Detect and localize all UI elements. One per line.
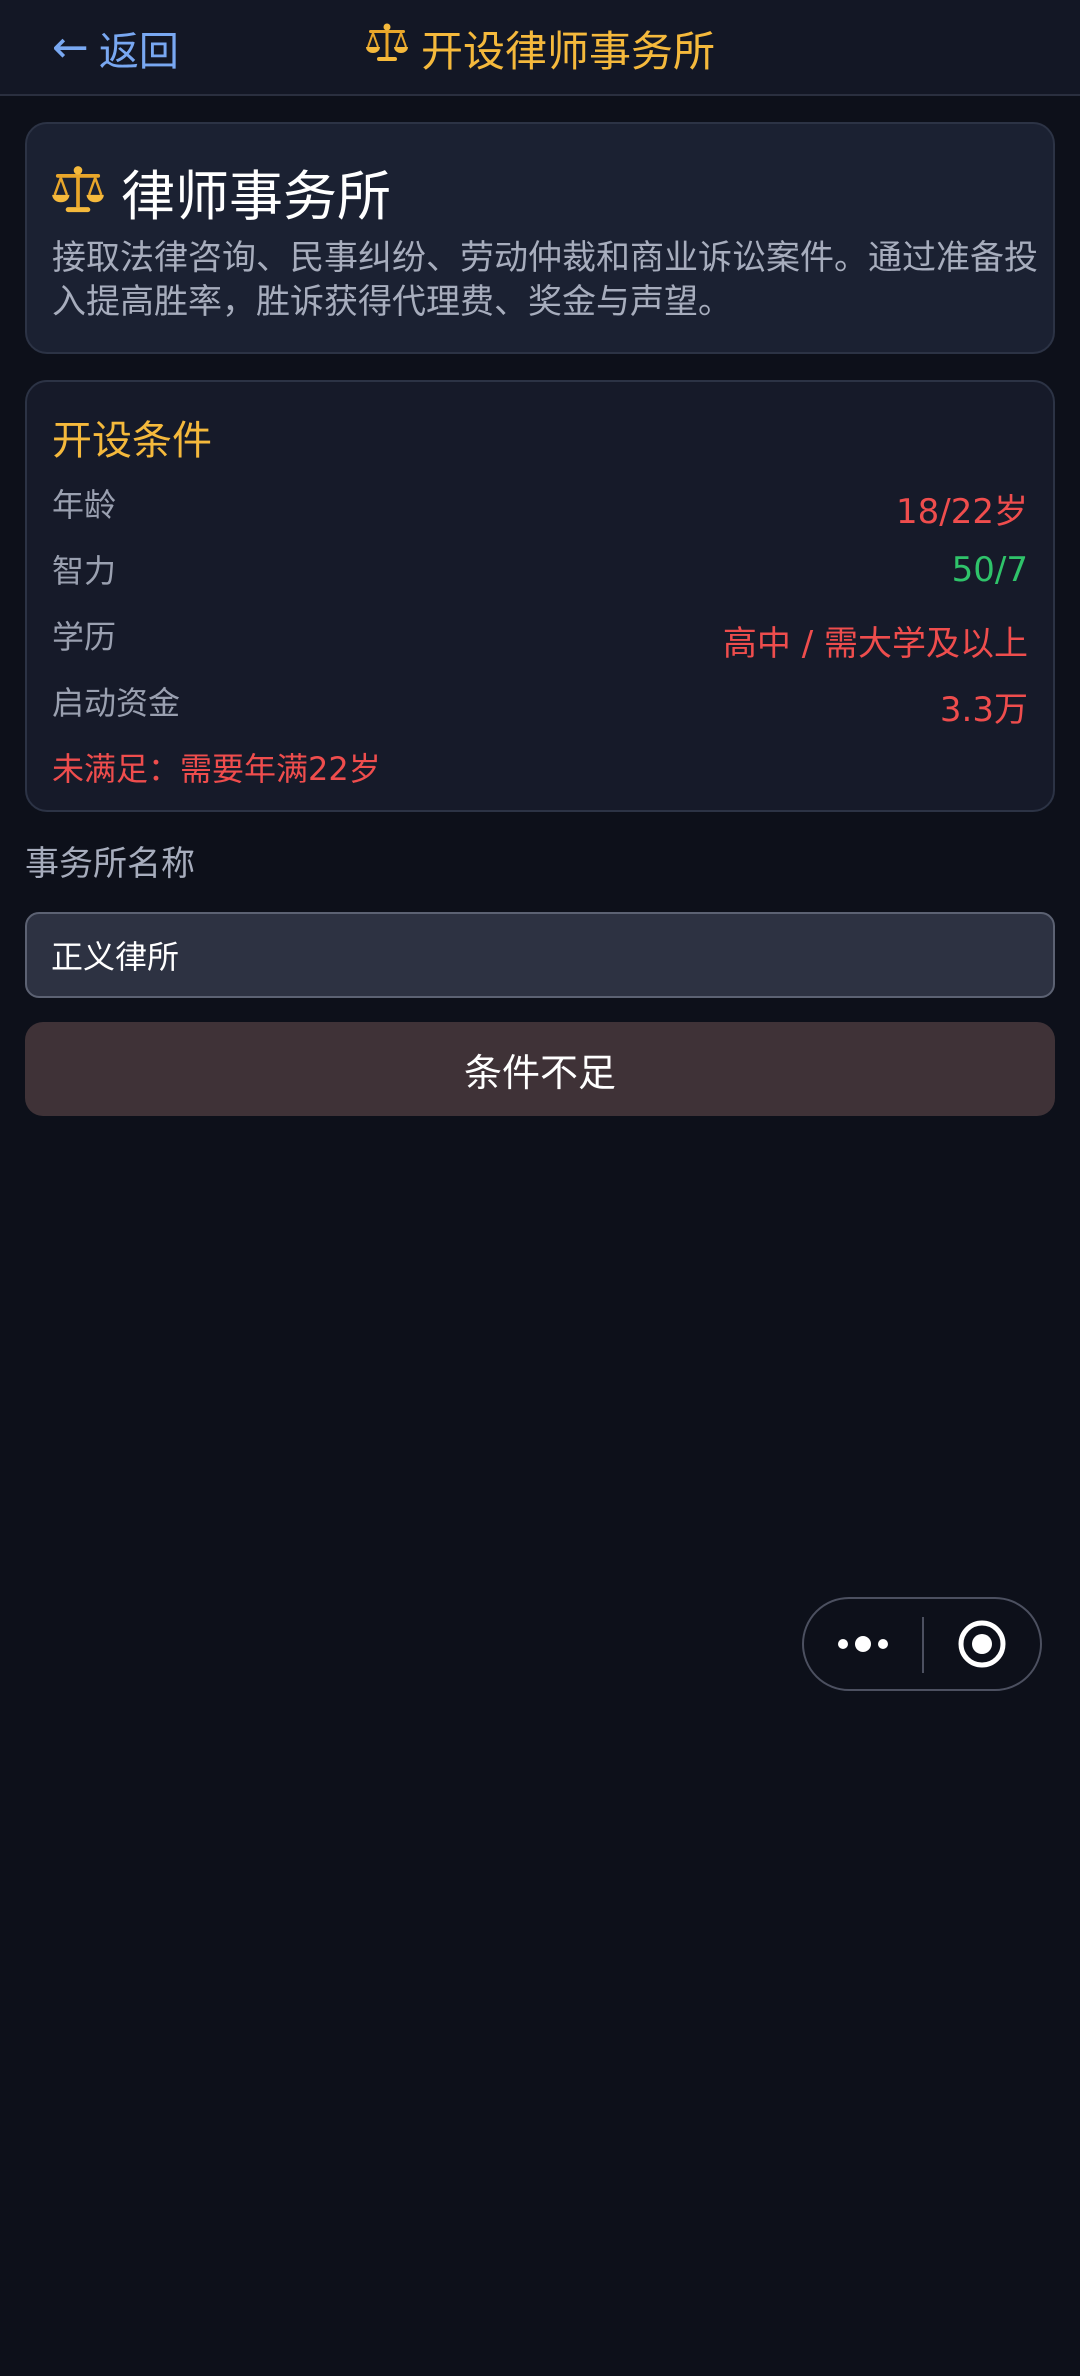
requirement-label: 智力 — [52, 552, 117, 590]
more-dots-icon[interactable] — [804, 1599, 922, 1689]
mini-program-capsule — [802, 1597, 1042, 1691]
requirement-row-intelligence: 智力 50/7 — [52, 546, 1028, 596]
requirement-label: 学历 — [52, 618, 117, 656]
office-intro-card: 律师事务所 接取法律咨询、民事纠纷、劳动仲裁和商业诉讼案件。通过准备投入提高胜率… — [25, 122, 1055, 354]
unmet-warning: 未满足：需要年满22岁 — [52, 750, 381, 788]
requirement-value: 3.3万 — [939, 690, 1028, 730]
requirements-title: 开设条件 — [52, 418, 212, 464]
page-title: 开设律师事务所 — [0, 18, 1080, 78]
requirement-label: 启动资金 — [52, 684, 181, 722]
requirement-row-education: 学历 高中 / 需大学及以上 — [52, 612, 1028, 664]
office-description: 接取法律咨询、民事纠纷、劳动仲裁和商业诉讼案件。通过准备投入提高胜率，胜诉获得代… — [52, 238, 1038, 322]
balance-scale-icon — [365, 23, 409, 73]
requirement-value: 18/22岁 — [896, 492, 1028, 532]
office-name-input[interactable] — [25, 912, 1055, 998]
nav-bar: ← 返回 开设律师事务所 — [0, 0, 1080, 96]
requirements-card: 开设条件 年龄 18/22岁 智力 50/7 学历 高中 / 需大学及以上 启动… — [25, 380, 1055, 812]
requirement-label: 年龄 — [52, 486, 117, 524]
target-close-icon[interactable] — [924, 1599, 1040, 1689]
office-type-title: 律师事务所 — [121, 165, 391, 228]
requirement-row-funds: 启动资金 3.3万 — [52, 678, 1028, 730]
office-name-label: 事务所名称 — [25, 844, 195, 884]
requirement-value: 50/7 — [951, 550, 1028, 590]
balance-scale-icon — [51, 165, 105, 219]
requirement-value: 高中 / 需大学及以上 — [722, 624, 1028, 664]
page-title-text: 开设律师事务所 — [420, 26, 715, 76]
open-office-button[interactable]: 条件不足 — [25, 1022, 1055, 1116]
requirement-row-age: 年龄 18/22岁 — [52, 480, 1028, 532]
